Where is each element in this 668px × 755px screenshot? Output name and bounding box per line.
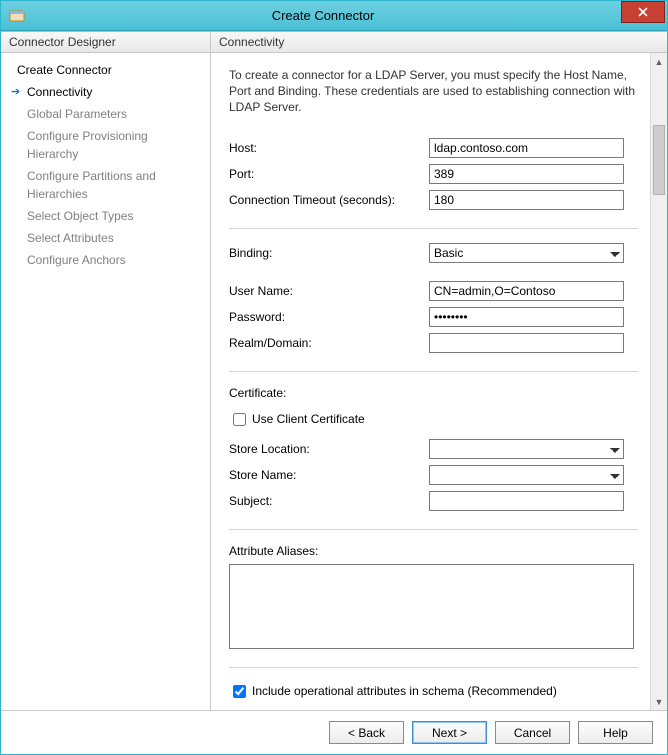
aliases-label: Attribute Aliases: [229,544,638,558]
scroll-thumb[interactable] [653,125,665,195]
panel-header: Connectivity [211,32,667,53]
password-label: Password: [229,310,429,324]
titlebar: Create Connector [1,1,667,31]
port-label: Port: [229,167,429,181]
nav-label: Create Connector [17,61,112,79]
username-label: User Name: [229,284,429,298]
include-operational-label: Include operational attributes in schema… [252,684,557,698]
binding-label: Binding: [229,246,429,260]
next-button[interactable]: Next > [412,721,487,744]
nav-partitions-hierarchies[interactable]: Configure Partitions and Hierarchies [1,165,210,205]
username-input[interactable] [429,281,624,301]
aliases-textarea[interactable] [229,564,634,649]
arrow-right-icon: ➔ [11,83,20,101]
host-input[interactable] [429,138,624,158]
scroll-up-icon[interactable]: ▲ [651,53,667,70]
nav-label: Connectivity [27,83,92,101]
store-location-select[interactable] [429,439,624,459]
nav-label: Select Object Types [27,207,134,225]
binding-select[interactable]: Basic [429,243,624,263]
nav-select-attributes[interactable]: Select Attributes [1,227,210,249]
sidebar: Connector Designer Create Connector ➔ Co… [1,32,211,710]
use-client-cert-label: Use Client Certificate [252,412,365,426]
back-button[interactable]: < Back [329,721,404,744]
subject-input[interactable] [429,491,624,511]
nav-configure-anchors[interactable]: Configure Anchors [1,249,210,271]
nav-label: Global Parameters [27,105,127,123]
nav-label: Configure Partitions and Hierarchies [27,167,202,203]
nav-label: Configure Provisioning Hierarchy [27,127,202,163]
scrollbar[interactable]: ▲ ▼ [650,53,667,710]
divider [229,371,638,372]
subject-label: Subject: [229,494,429,508]
close-button[interactable] [621,1,665,23]
store-name-label: Store Name: [229,468,429,482]
store-name-select[interactable] [429,465,624,485]
nav-object-types[interactable]: Select Object Types [1,205,210,227]
help-button[interactable]: Help [578,721,653,744]
window-title: Create Connector [25,8,621,23]
nav-list: Create Connector ➔ Connectivity Global P… [1,53,210,277]
divider [229,228,638,229]
nav-create-connector[interactable]: Create Connector [1,59,210,81]
certificate-heading: Certificate: [229,386,638,400]
cancel-button[interactable]: Cancel [495,721,570,744]
nav-global-parameters[interactable]: Global Parameters [1,103,210,125]
footer: < Back Next > Cancel Help [1,710,667,754]
password-input[interactable] [429,307,624,327]
realm-input[interactable] [429,333,624,353]
nav-connectivity[interactable]: ➔ Connectivity [1,81,210,103]
timeout-input[interactable] [429,190,624,210]
right-panel: Connectivity To create a connector for a… [211,32,667,710]
nav-provisioning-hierarchy[interactable]: Configure Provisioning Hierarchy [1,125,210,165]
nav-label: Configure Anchors [27,251,126,269]
app-icon [9,8,25,24]
nav-label: Select Attributes [27,229,114,247]
form-body: To create a connector for a LDAP Server,… [211,53,650,710]
use-client-cert-checkbox[interactable] [233,413,246,426]
timeout-label: Connection Timeout (seconds): [229,193,429,207]
include-operational-checkbox[interactable] [233,685,246,698]
host-label: Host: [229,141,429,155]
intro-text: To create a connector for a LDAP Server,… [229,67,638,116]
divider [229,529,638,530]
store-location-label: Store Location: [229,442,429,456]
sidebar-header: Connector Designer [1,32,210,53]
port-input[interactable] [429,164,624,184]
divider [229,667,638,668]
realm-label: Realm/Domain: [229,336,429,350]
scroll-down-icon[interactable]: ▼ [651,693,667,710]
